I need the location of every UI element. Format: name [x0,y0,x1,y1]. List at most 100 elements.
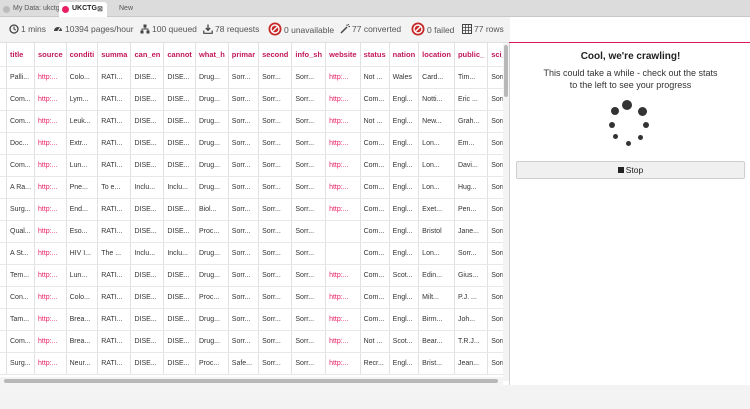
table-cell[interactable]: Tem... [6,264,36,287]
table-cell[interactable]: http:... [34,264,67,287]
table-cell[interactable]: Sorr... [291,286,327,309]
table-cell[interactable]: Extr... [66,132,99,155]
table-cell[interactable]: http:... [34,110,67,133]
table-row[interactable]: Surg... http:... End... RATI... DISE... DISE.… [0,198,503,221]
table-row[interactable]: Qual... http:... Eso... RATI... DISE... DISE.… [0,220,503,243]
table-cell[interactable]: http:... [34,88,67,111]
table-cell[interactable]: Qual... [6,220,36,243]
table-row[interactable]: A Ra... http:... Pne... To e... Inclu... Incl… [0,176,503,199]
table-cell[interactable]: Sorr... [258,66,293,89]
table-cell[interactable]: Sorr... [487,352,503,375]
column-header[interactable]: what_h [195,43,229,67]
table-cell[interactable]: Drug... [195,154,229,177]
table-cell[interactable]: RATI... [97,352,132,375]
table-cell[interactable]: Sorr... [228,132,260,155]
table-cell[interactable]: Drug... [195,264,229,287]
table-cell[interactable]: RATI... [97,220,132,243]
table-cell[interactable]: Neur... [66,352,99,375]
table-row[interactable]: A St... http:... HIV I... The ... Inclu... In… [0,242,503,265]
close-tab-icon[interactable]: ⊠ [97,5,103,13]
table-cell[interactable]: http:... [325,110,361,133]
table-cell[interactable]: DISE... [163,110,196,133]
table-cell[interactable]: Sorr... [291,154,327,177]
table-cell[interactable]: Drug... [195,88,229,111]
table-row[interactable]: Com... http:... Leuk... RATI... DISE... DISE.… [0,110,503,133]
table-cell[interactable]: http:... [325,66,361,89]
column-header[interactable]: summa [97,43,132,67]
table-cell[interactable]: Scot... [389,264,420,287]
table-cell[interactable]: Engl... [389,88,420,111]
table-cell[interactable]: DISE... [163,132,196,155]
table-cell[interactable]: Com... [6,88,36,111]
table-cell[interactable]: Jane... [454,220,489,243]
table-cell[interactable]: Sorr... [228,264,260,287]
table-cell[interactable]: T.R.J... [454,330,489,353]
table-cell[interactable]: Not ... [360,110,390,133]
table-cell[interactable] [325,220,361,243]
table-cell[interactable]: Sorr... [228,242,260,265]
table-cell[interactable]: Com... [360,286,390,309]
table-cell[interactable]: Engl... [389,198,420,221]
table-cell[interactable]: DISE... [130,330,165,353]
table-cell[interactable]: DISE... [163,308,196,331]
data-grid[interactable]: title source conditi summa can_en cannot what_… [0,43,503,381]
table-cell[interactable]: DISE... [130,308,165,331]
column-header[interactable]: nation [389,43,420,67]
column-header[interactable]: website [325,43,361,67]
table-cell[interactable]: Engl... [389,154,420,177]
table-cell[interactable]: Card... [418,66,455,89]
table-cell[interactable]: Sorr... [487,330,503,353]
table-cell[interactable]: Con... [6,286,36,309]
table-cell[interactable]: http:... [34,198,67,221]
table-cell[interactable]: Leuk... [66,110,99,133]
table-row[interactable]: Surg... http:... Neur... RATI... DISE... DISE… [0,352,503,375]
table-cell[interactable]: Com... [360,88,390,111]
table-cell[interactable]: Sorr... [258,132,293,155]
table-cell[interactable]: Eso... [66,220,99,243]
table-cell[interactable]: Notti... [418,88,455,111]
table-cell[interactable]: Scot... [389,330,420,353]
table-cell[interactable]: DISE... [130,286,165,309]
table-cell[interactable]: Sorr... [291,242,327,265]
table-cell[interactable]: Grah... [454,110,489,133]
table-cell[interactable]: Sorr... [454,242,489,265]
scrollbar-thumb[interactable] [504,45,508,97]
table-cell[interactable]: Sorr... [258,198,293,221]
table-cell[interactable]: Sorr... [291,88,327,111]
table-cell[interactable]: http:... [325,154,361,177]
table-cell[interactable]: http:... [325,176,361,199]
table-cell[interactable]: DISE... [163,286,196,309]
table-cell[interactable]: DISE... [130,154,165,177]
table-cell[interactable]: Drug... [195,110,229,133]
table-cell[interactable]: Sorr... [291,132,327,155]
table-cell[interactable]: Sorr... [258,110,293,133]
table-cell[interactable]: Edin... [418,264,455,287]
table-cell[interactable]: RATI... [97,308,132,331]
table-cell[interactable]: A St... [6,242,36,265]
table-cell[interactable]: Sorr... [291,220,327,243]
table-cell[interactable] [325,242,361,265]
table-cell[interactable]: Sorr... [258,154,293,177]
table-cell[interactable]: Com... [360,220,390,243]
table-cell[interactable]: Sorr... [228,286,260,309]
table-cell[interactable]: Sorr... [228,330,260,353]
table-cell[interactable]: Sorr... [291,198,327,221]
table-cell[interactable]: Com... [360,132,390,155]
tab-new[interactable]: New [108,2,136,17]
table-cell[interactable]: Sorr... [228,66,260,89]
table-cell[interactable]: Drug... [195,132,229,155]
table-cell[interactable]: The ... [97,242,132,265]
table-cell[interactable]: Birm... [418,308,455,331]
table-cell[interactable]: Sorr... [291,308,327,331]
table-cell[interactable]: Sorr... [487,198,503,221]
column-header[interactable]: can_en [130,43,165,67]
table-cell[interactable]: RATI... [97,198,132,221]
table-cell[interactable]: Sorr... [487,154,503,177]
table-cell[interactable]: Lun... [66,154,99,177]
table-row[interactable]: Palli... http:... Colo... RATI... DISE... DIS… [0,66,503,89]
table-cell[interactable]: Proc... [195,352,229,375]
table-cell[interactable]: Sorr... [258,308,293,331]
table-cell[interactable]: DISE... [163,198,196,221]
tab-ukctg[interactable]: UKCTG ⊠ [59,2,107,17]
table-cell[interactable]: Sorr... [487,242,503,265]
